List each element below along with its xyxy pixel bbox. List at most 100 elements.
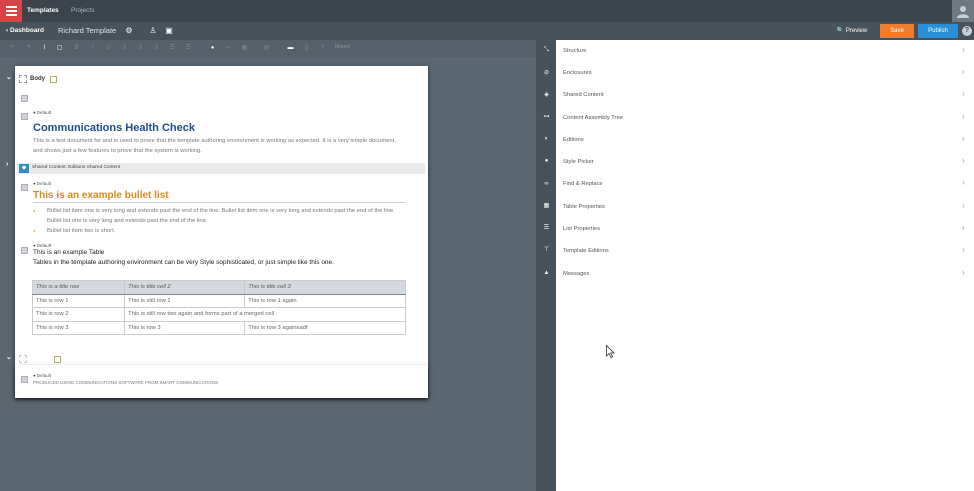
panel-item-content-assembly-tree[interactable]: Content Assembly Tree: [563, 115, 623, 121]
panel-item-table-properties[interactable]: Table Properties: [563, 204, 605, 210]
panel-item-structure[interactable]: Structure: [563, 48, 587, 54]
panel-item-template-editions[interactable]: Template Editions: [563, 248, 609, 254]
numbered-list-icon[interactable]: ☰: [184, 44, 193, 53]
table-header-cell[interactable]: This is a title row: [31, 280, 126, 295]
shared-content-expand-chevron-icon[interactable]: ›: [6, 161, 8, 168]
bold-icon[interactable]: B: [72, 44, 81, 53]
block-handle-icon[interactable]: [21, 376, 28, 383]
undo-icon[interactable]: ↶: [8, 44, 17, 53]
panel-item-enclosures[interactable]: Enclosures: [563, 70, 592, 76]
chevron-right-icon[interactable]: ›: [962, 112, 965, 121]
layers-icon[interactable]: ◈: [542, 91, 551, 100]
footer-page-area: Default PRODUCED USING COMMUNICATIONS SO…: [15, 365, 428, 398]
chevron-right-icon[interactable]: ›: [962, 245, 965, 254]
panel-item-find-replace[interactable]: Find & Replace: [563, 181, 603, 187]
chevron-right-icon[interactable]: ›: [962, 156, 965, 165]
table-cell[interactable]: This is row 2: [31, 307, 126, 322]
layers-icon: ◆: [19, 164, 29, 173]
block-handle-icon[interactable]: [21, 184, 28, 191]
shared-content-bar[interactable]: ◆ Shared Content: Editions Shared Conten…: [17, 163, 425, 174]
footer-text[interactable]: PRODUCED USING COMMUNICATIONS SOFTWARE F…: [33, 380, 218, 385]
tree-icon[interactable]: ⊶: [542, 113, 551, 122]
person-tree-icon[interactable]: ♙: [147, 25, 159, 37]
text-cursor-icon[interactable]: I: [40, 44, 49, 53]
panel-item-shared-content[interactable]: Shared Content: [563, 92, 604, 98]
chevron-right-icon[interactable]: ›: [962, 45, 965, 54]
block-handle-icon[interactable]: [21, 95, 28, 102]
help-icon[interactable]: ?: [962, 26, 972, 36]
table-cell[interactable]: This is row 3: [124, 320, 246, 335]
table-title[interactable]: This is an example Table: [33, 249, 104, 256]
list-item[interactable]: Bullet list item one is very long and ex…: [33, 206, 405, 226]
dashboard-back-link[interactable]: ‹ Dashboard: [6, 27, 44, 34]
align-right-icon[interactable]: ≡: [152, 44, 161, 53]
tab-templates[interactable]: Templates: [27, 7, 59, 14]
condition-icon[interactable]: ?: [318, 44, 327, 53]
table-row: This is row 1 This is still row 1 This i…: [31, 293, 406, 308]
panel-item-style-picker[interactable]: Style Picker: [563, 159, 594, 165]
table-cell[interactable]: This is row 1: [31, 293, 126, 308]
user-avatar-icon[interactable]: [952, 0, 974, 22]
structure-icon[interactable]: ⤡: [542, 46, 551, 55]
table-cell[interactable]: This is row 1 again: [244, 293, 406, 308]
palette-icon[interactable]: ●: [542, 157, 551, 166]
top-bar: Templates Projects: [0, 0, 974, 22]
block-icon[interactable]: ▢: [55, 44, 64, 53]
panel-item-editions[interactable]: Editions: [563, 137, 584, 143]
image-insert-icon[interactable]: ▤: [262, 44, 271, 53]
link-icon[interactable]: ∞: [224, 44, 233, 53]
chevron-right-icon[interactable]: ›: [962, 268, 965, 277]
footer-collapse-chevron-icon[interactable]: ⌄: [6, 353, 12, 361]
intro-paragraph[interactable]: This is a test document for and is used …: [33, 136, 405, 156]
warning-icon[interactable]: ▲: [542, 269, 551, 278]
menu-icon[interactable]: [0, 0, 22, 22]
list-item[interactable]: Bullet list item two is short.: [33, 226, 405, 236]
bullet-list-icon[interactable]: ☰: [168, 44, 177, 53]
document-heading[interactable]: Communications Health Check: [33, 122, 195, 134]
table-merged-cell[interactable]: This is still row two again and forms pa…: [124, 307, 406, 322]
align-center-icon[interactable]: ≡: [136, 44, 145, 53]
italic-icon[interactable]: I: [88, 44, 97, 53]
block-handle-icon[interactable]: [21, 113, 28, 120]
record-icon[interactable]: ●: [208, 44, 217, 53]
chevron-right-icon[interactable]: ›: [962, 89, 965, 98]
document-bar: ‹ Dashboard Richard Template ⚙ ♙ ▣ 🔍 Pre…: [0, 22, 974, 40]
variable-icon[interactable]: {}: [302, 44, 311, 53]
table-insert-icon[interactable]: ▦: [240, 44, 249, 53]
chevron-right-icon[interactable]: ›: [962, 178, 965, 187]
binoculars-icon[interactable]: ∞: [542, 180, 551, 189]
panel-item-list-properties[interactable]: List Properties: [563, 226, 600, 232]
bullet-list-heading[interactable]: This is an example bullet list: [33, 190, 169, 201]
table-header-cell[interactable]: This is title cell 2: [124, 280, 246, 295]
underline-icon[interactable]: U: [104, 44, 113, 53]
publish-button[interactable]: Publish: [918, 24, 958, 38]
chevron-right-icon[interactable]: ›: [962, 201, 965, 210]
table-cell[interactable]: This is row 3 againsadf: [244, 320, 406, 335]
panel-item-messages[interactable]: Messages: [563, 271, 589, 277]
chevron-right-icon[interactable]: ›: [962, 134, 965, 143]
copy-icon[interactable]: [54, 356, 61, 363]
save-button[interactable]: Save: [880, 24, 914, 38]
comment-icon[interactable]: ▬: [286, 44, 295, 53]
editions-icon[interactable]: ◐: [542, 135, 551, 144]
list-icon[interactable]: ☰: [542, 224, 551, 233]
body-collapse-chevron-icon[interactable]: ⌄: [6, 73, 12, 81]
block-handle-icon[interactable]: [21, 247, 28, 254]
redo-icon[interactable]: ↷: [24, 44, 33, 53]
template-editions-icon[interactable]: ⊤: [542, 246, 551, 255]
image-icon[interactable]: ▣: [163, 25, 175, 37]
table-icon[interactable]: ▦: [542, 202, 551, 211]
table-cell[interactable]: This is still row 1: [124, 293, 246, 308]
style-dropdown[interactable]: Mixed: [335, 44, 350, 50]
tab-projects[interactable]: Projects: [71, 7, 94, 14]
copy-icon[interactable]: [50, 76, 57, 83]
chevron-right-icon[interactable]: ›: [962, 67, 965, 76]
paperclip-icon[interactable]: ⊘: [542, 69, 551, 78]
table-header-cell[interactable]: This is title cell 3: [244, 280, 406, 295]
preview-button[interactable]: 🔍 Preview: [828, 24, 876, 38]
table-description[interactable]: Tables in the template authoring environ…: [33, 259, 334, 266]
chevron-right-icon[interactable]: ›: [962, 223, 965, 232]
gear-icon[interactable]: ⚙: [123, 25, 135, 37]
align-left-icon[interactable]: ≡: [120, 44, 129, 53]
table-cell[interactable]: This is row 3: [31, 320, 126, 335]
